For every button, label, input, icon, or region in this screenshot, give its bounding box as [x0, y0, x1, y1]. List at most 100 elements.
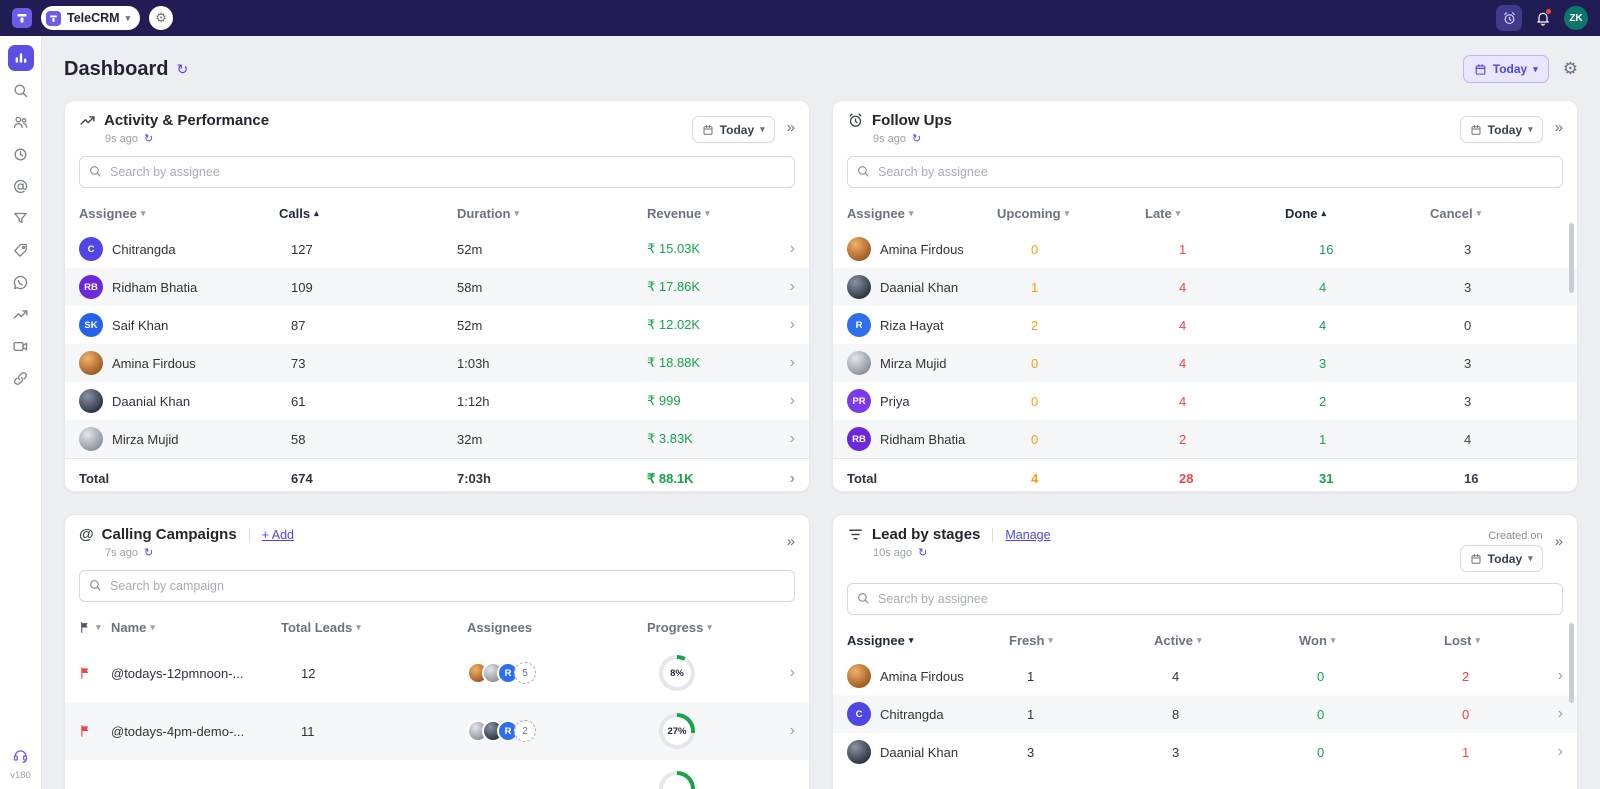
table-row[interactable]: Mirza Mujid 0 4 3 3 [833, 344, 1577, 382]
row-chevron-icon[interactable]: › [1535, 743, 1563, 761]
sidebar-item-meetings[interactable] [8, 333, 34, 359]
refresh-icon[interactable]: ↻ [912, 132, 921, 145]
flag-icon [79, 666, 111, 680]
sidebar-item-contacts[interactable] [8, 109, 34, 135]
column-header-name[interactable]: Name▾ [111, 620, 281, 635]
sidebar-item-history[interactable] [8, 141, 34, 167]
sidebar-item-tags[interactable] [8, 237, 34, 263]
sidebar-item-engagement[interactable] [8, 173, 34, 199]
column-header-assignee[interactable]: Assignee▾ [847, 633, 1009, 648]
support-headset-icon[interactable] [8, 742, 34, 768]
sidebar-item-whatsapp[interactable] [8, 269, 34, 295]
table-row[interactable]: Amina Firdous 0 1 16 3 [833, 230, 1577, 268]
row-chevron-icon[interactable]: › [767, 316, 795, 334]
panel-date-filter[interactable]: Today ▾ [692, 116, 775, 143]
row-chevron-icon[interactable]: › [767, 430, 795, 448]
manage-stages-link[interactable]: Manage [1005, 528, 1050, 542]
column-header-fresh[interactable]: Fresh▾ [1009, 633, 1154, 648]
table-row[interactable]: RBRidham Bhatia 109 58m ₹ 17.86K › [65, 268, 809, 306]
column-header-upcoming[interactable]: Upcoming▾ [997, 206, 1145, 221]
cancel-value: 3 [1430, 394, 1563, 409]
avatar-photo [847, 664, 871, 688]
column-header-progress[interactable]: Progress▾ [647, 620, 767, 635]
table-row[interactable]: CChitrangda 1 8 0 0 › [833, 695, 1577, 733]
column-header-flag[interactable]: ▾ [79, 621, 111, 634]
alarm-icon[interactable] [1496, 5, 1522, 31]
column-header-lost[interactable]: Lost▾ [1444, 633, 1535, 648]
sidebar-item-search[interactable] [8, 77, 34, 103]
column-header-duration[interactable]: Duration▾ [457, 206, 647, 221]
table-row[interactable]: CChitrangda 127 52m ₹ 15.03K › [65, 230, 809, 268]
column-header-active[interactable]: Active▾ [1154, 633, 1299, 648]
panel-date-filter[interactable]: Today ▾ [1460, 116, 1543, 143]
refresh-icon[interactable]: ↻ [176, 61, 188, 78]
upcoming-value: 0 [997, 356, 1145, 371]
column-header-done[interactable]: Done▴ [1285, 206, 1430, 221]
expand-panel-icon[interactable]: » [1555, 116, 1563, 136]
notifications-bell-icon[interactable] [1531, 6, 1555, 30]
row-chevron-icon[interactable]: › [767, 278, 795, 296]
refresh-icon[interactable]: ↻ [144, 132, 153, 145]
table-row[interactable]: Amina Firdous 73 1:03h ₹ 18.88K › [65, 344, 809, 382]
user-avatar[interactable]: ZK [1564, 6, 1588, 30]
workspace-switcher[interactable]: TeleCRM ▾ [41, 6, 140, 30]
search-input[interactable] [847, 156, 1563, 188]
table-row[interactable]: RRiza Hayat 2 4 4 0 [833, 306, 1577, 344]
table-row[interactable]: PRPriya 0 4 2 3 [833, 382, 1577, 420]
calls-value: 109 [279, 280, 457, 295]
row-chevron-icon[interactable]: › [767, 722, 795, 740]
table-row[interactable]: Daanial Khan 3 3 0 1 › [833, 733, 1577, 771]
upcoming-value: 1 [997, 280, 1145, 295]
panel-date-filter[interactable]: Today ▾ [1460, 545, 1543, 572]
global-date-filter[interactable]: Today ▾ [1463, 55, 1549, 83]
table-row[interactable]: SKSaif Khan 87 52m ₹ 12.02K › [65, 306, 809, 344]
sort-caret-icon: ▾ [150, 622, 155, 633]
sidebar-item-integrations[interactable] [8, 365, 34, 391]
sidebar-item-dashboard[interactable] [8, 45, 34, 71]
table-row[interactable]: RBRidham Bhatia 0 2 1 4 [833, 420, 1577, 458]
row-chevron-icon[interactable]: › [1535, 667, 1563, 685]
column-header-late[interactable]: Late▾ [1145, 206, 1285, 221]
table-row[interactable] [65, 760, 809, 789]
search-input[interactable] [79, 156, 795, 188]
column-header-cancel[interactable]: Cancel▾ [1430, 206, 1563, 221]
row-chevron-icon[interactable]: › [767, 354, 795, 372]
table-row[interactable]: @todays-4pm-demo-... 11 R 2 27% › [65, 702, 809, 760]
column-header-assignee[interactable]: Assignee▾ [79, 206, 279, 221]
column-header-revenue[interactable]: Revenue▾ [647, 206, 767, 221]
dashboard-settings-gear-icon[interactable]: ⚙ [1563, 59, 1578, 79]
refresh-icon[interactable]: ↻ [144, 546, 153, 559]
column-header-total-leads[interactable]: Total Leads▾ [281, 620, 467, 635]
table-row[interactable]: Daanial Khan 1 4 4 3 [833, 268, 1577, 306]
search-input[interactable] [79, 570, 795, 602]
workspace-settings-gear-icon[interactable]: ⚙ [149, 6, 173, 30]
column-header-won[interactable]: Won▾ [1299, 633, 1444, 648]
avatar: SK [79, 313, 103, 337]
search-input[interactable] [847, 583, 1563, 615]
row-chevron-icon[interactable]: › [767, 470, 795, 488]
assignee-avatar-stack: R 2 [467, 720, 647, 742]
scrollbar-thumb[interactable] [1569, 223, 1574, 293]
row-chevron-icon[interactable]: › [767, 664, 795, 682]
row-chevron-icon[interactable]: › [767, 240, 795, 258]
total-row[interactable]: Total 674 7:03h ₹ 88.1K › [65, 458, 809, 492]
flag-icon [79, 621, 92, 634]
expand-panel-icon[interactable]: » [1555, 530, 1563, 550]
expand-panel-icon[interactable]: » [787, 530, 795, 550]
total-row[interactable]: Total 4 28 31 16 [833, 458, 1577, 492]
table-row[interactable]: Daanial Khan 61 1:12h ₹ 999 › [65, 382, 809, 420]
sidebar-item-analytics[interactable] [8, 301, 34, 327]
table-row[interactable]: @todays-12pmnoon-... 12 R 5 8% › [65, 644, 809, 702]
row-chevron-icon[interactable]: › [1535, 705, 1563, 723]
refresh-icon[interactable]: ↻ [918, 546, 927, 559]
table-row[interactable]: Mirza Mujid 58 32m ₹ 3.83K › [65, 420, 809, 458]
created-on-label: Created on [1488, 530, 1542, 542]
table-row[interactable]: Amina Firdous 1 4 0 2 › [833, 657, 1577, 695]
expand-panel-icon[interactable]: » [787, 116, 795, 136]
row-chevron-icon[interactable]: › [767, 392, 795, 410]
sidebar-item-filters[interactable] [8, 205, 34, 231]
add-campaign-link[interactable]: + Add [262, 528, 294, 542]
column-header-calls[interactable]: Calls▴ [279, 206, 457, 221]
column-header-assignee[interactable]: Assignee▾ [847, 206, 997, 221]
scrollbar-thumb[interactable] [1569, 623, 1574, 703]
